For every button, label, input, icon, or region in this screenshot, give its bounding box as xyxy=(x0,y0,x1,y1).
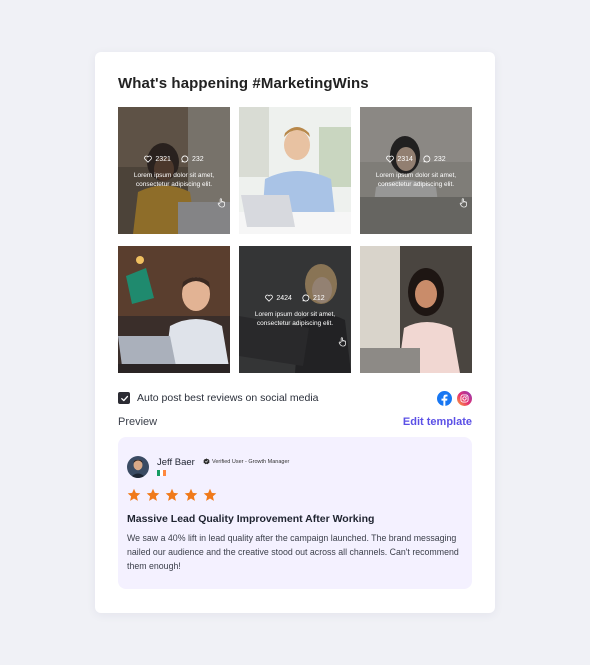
photo-man-office xyxy=(118,246,230,373)
star-rating xyxy=(127,488,217,502)
tile-caption: Lorem ipsum dolor sit amet, consectetur … xyxy=(375,172,457,188)
tile-caption: Lorem ipsum dolor sit amet, consectetur … xyxy=(133,172,215,188)
preview-row: Preview Edit template xyxy=(118,414,472,430)
facebook-icon[interactable] xyxy=(437,390,452,406)
photo-tile-2[interactable] xyxy=(239,107,351,234)
heart-icon xyxy=(144,155,153,163)
social-icons xyxy=(437,390,472,406)
tile-caption: Lorem ipsum dolor sit amet, consectetur … xyxy=(254,311,336,327)
pointer-hand-icon xyxy=(217,198,225,208)
preview-label: Preview xyxy=(118,416,158,428)
photo-tile-5[interactable]: 2424 212 Lorem ipsum dolor sit amet, con… xyxy=(239,246,351,373)
auto-post-checkbox[interactable] xyxy=(118,392,130,404)
comment-icon xyxy=(423,155,431,163)
photo-tile-3[interactable]: 2314 232 Lorem ipsum dolor sit amet, con… xyxy=(360,107,472,234)
star-icon xyxy=(203,488,217,501)
comment-icon xyxy=(302,294,310,302)
photo-tile-6[interactable] xyxy=(360,246,472,373)
auto-post-row: Auto post best reviews on social media xyxy=(118,389,472,407)
comments-stat: 212 xyxy=(302,294,325,302)
likes-stat: 2314 xyxy=(386,155,413,163)
star-icon xyxy=(146,488,160,501)
review-body: We saw a 40% lift in lead quality after … xyxy=(127,533,459,571)
likes-stat: 2321 xyxy=(144,155,171,163)
avatar xyxy=(127,456,149,478)
photo-woman-smiling xyxy=(360,246,472,373)
check-icon xyxy=(120,395,128,401)
verified-badge: Verified User - Growth Manager xyxy=(203,458,289,465)
review-preview-card: Jeff Baer Verified User - Growth Manager… xyxy=(118,437,472,589)
instagram-icon[interactable] xyxy=(457,390,472,406)
ireland-flag-icon xyxy=(157,470,166,476)
star-icon xyxy=(127,488,141,501)
comments-stat: 232 xyxy=(423,155,446,163)
star-icon xyxy=(184,488,198,501)
heart-icon xyxy=(386,155,395,163)
auto-post-label: Auto post best reviews on social media xyxy=(137,392,319,404)
star-icon xyxy=(165,488,179,501)
heart-icon xyxy=(265,294,274,302)
avatar-image xyxy=(127,456,149,478)
photo-man-headset xyxy=(239,107,351,234)
pointer-hand-icon xyxy=(459,198,467,208)
comment-icon xyxy=(181,155,189,163)
photo-tile-1[interactable]: 2321 232 Lorem ipsum dolor sit amet, con… xyxy=(118,107,230,234)
edit-template-link[interactable]: Edit template xyxy=(403,416,472,428)
widget-title: What's happening #MarketingWins xyxy=(118,75,369,92)
likes-stat: 2424 xyxy=(265,294,292,302)
reviews-widget-card: What's happening #MarketingWins 2321 232… xyxy=(95,52,495,613)
comments-stat: 232 xyxy=(181,155,204,163)
pointer-hand-icon xyxy=(338,337,346,347)
verified-icon xyxy=(203,458,210,465)
review-headline: Massive Lead Quality Improvement After W… xyxy=(127,513,375,525)
photo-tile-4[interactable] xyxy=(118,246,230,373)
reviewer-name: Jeff Baer xyxy=(157,457,195,468)
